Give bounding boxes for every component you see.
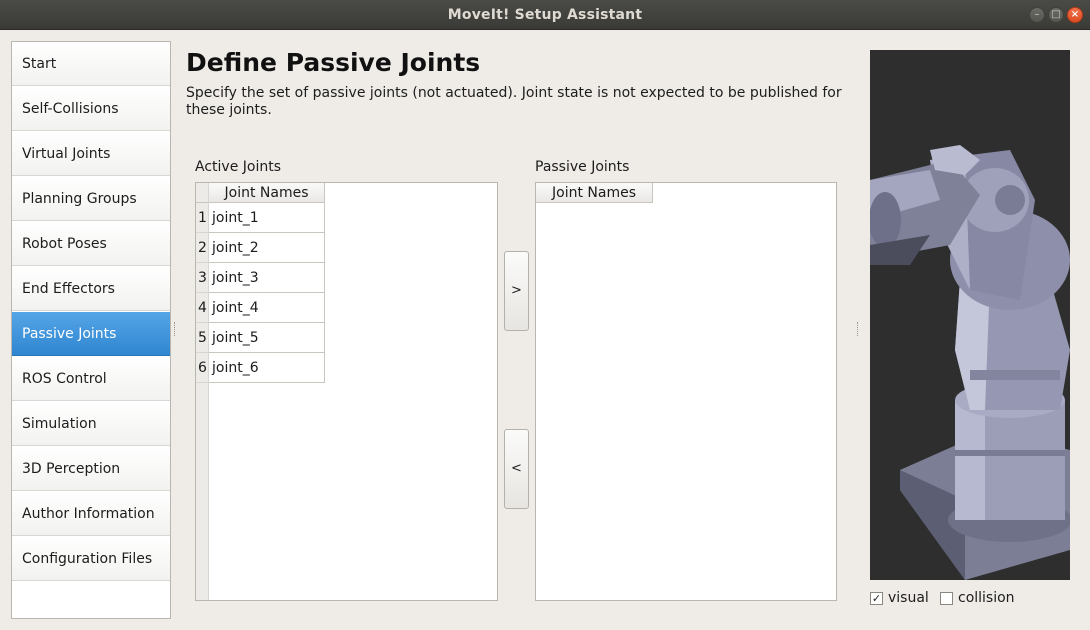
table-row-joint-5[interactable]: joint_5 [209,323,325,353]
collision-checkbox[interactable] [940,591,953,605]
move-to-passive-button[interactable]: > [504,251,529,331]
sidebar-item-3d-perception[interactable]: 3D Perception [12,447,170,491]
sidebar-item-configuration-files[interactable]: Configuration Files [12,537,170,581]
sidebar-item-robot-poses[interactable]: Robot Poses [12,222,170,266]
row-number: 6 [196,353,209,383]
sidebar-item-virtual-joints[interactable]: Virtual Joints [12,132,170,176]
row-number: 5 [196,323,209,353]
viewer-splitter-handle[interactable] [857,322,859,336]
active-joints-table[interactable]: Joint Names 1 joint_1 2 joint_2 3 joint_… [195,182,498,601]
robot-arm-render [870,145,1070,580]
visual-toggle[interactable]: ✓ visual [870,590,929,606]
setup-assistant-window: MoveIt! Setup Assistant – □ × Start Self… [0,0,1090,630]
page-title: Define Passive Joints [186,48,481,77]
table-row-joint-3[interactable]: joint_3 [209,263,325,293]
sidebar-item-author-information[interactable]: Author Information [12,492,170,536]
sidebar-nav: Start Self-Collisions Virtual Joints Pla… [11,41,171,619]
sidebar-item-end-effectors[interactable]: End Effectors [12,267,170,311]
sidebar-item-passive-joints[interactable]: Passive Joints [12,312,170,356]
active-joints-column-header[interactable]: Joint Names [209,183,325,203]
table-row-joint-1[interactable]: joint_1 [209,203,325,233]
move-to-active-button[interactable]: < [504,429,529,509]
sidebar-item-start[interactable]: Start [12,42,170,86]
row-number: 1 [196,203,209,233]
table-row-joint-4[interactable]: joint_4 [209,293,325,323]
title-bar: MoveIt! Setup Assistant – □ × [0,0,1090,30]
visual-label: visual [888,590,929,606]
window-title: MoveIt! Setup Assistant [447,7,643,23]
passive-joints-table[interactable]: Joint Names [535,182,837,601]
collision-toggle[interactable]: collision [940,590,1015,606]
collision-label: collision [958,590,1015,606]
table-row-joint-6[interactable]: joint_6 [209,353,325,383]
active-joints-label: Active Joints [195,159,281,175]
row-number: 3 [196,263,209,293]
passive-joints-column-header[interactable]: Joint Names [536,183,653,203]
row-number: 4 [196,293,209,323]
sidebar-item-self-collisions[interactable]: Self-Collisions [12,87,170,131]
sidebar-item-planning-groups[interactable]: Planning Groups [12,177,170,221]
table-corner [196,183,209,203]
visual-checkbox[interactable]: ✓ [870,591,883,605]
robot-3d-viewport[interactable] [870,50,1070,580]
passive-joints-label: Passive Joints [535,159,630,175]
row-number: 2 [196,233,209,263]
sidebar-item-ros-control[interactable]: ROS Control [12,357,170,401]
sidebar-splitter-handle[interactable] [174,322,176,336]
page-description: Specify the set of passive joints (not a… [186,85,842,118]
table-row-joint-2[interactable]: joint_2 [209,233,325,263]
minimize-button[interactable]: – [1029,7,1045,23]
close-button[interactable]: × [1067,7,1083,23]
maximize-button[interactable]: □ [1048,7,1064,23]
sidebar-item-simulation[interactable]: Simulation [12,402,170,446]
